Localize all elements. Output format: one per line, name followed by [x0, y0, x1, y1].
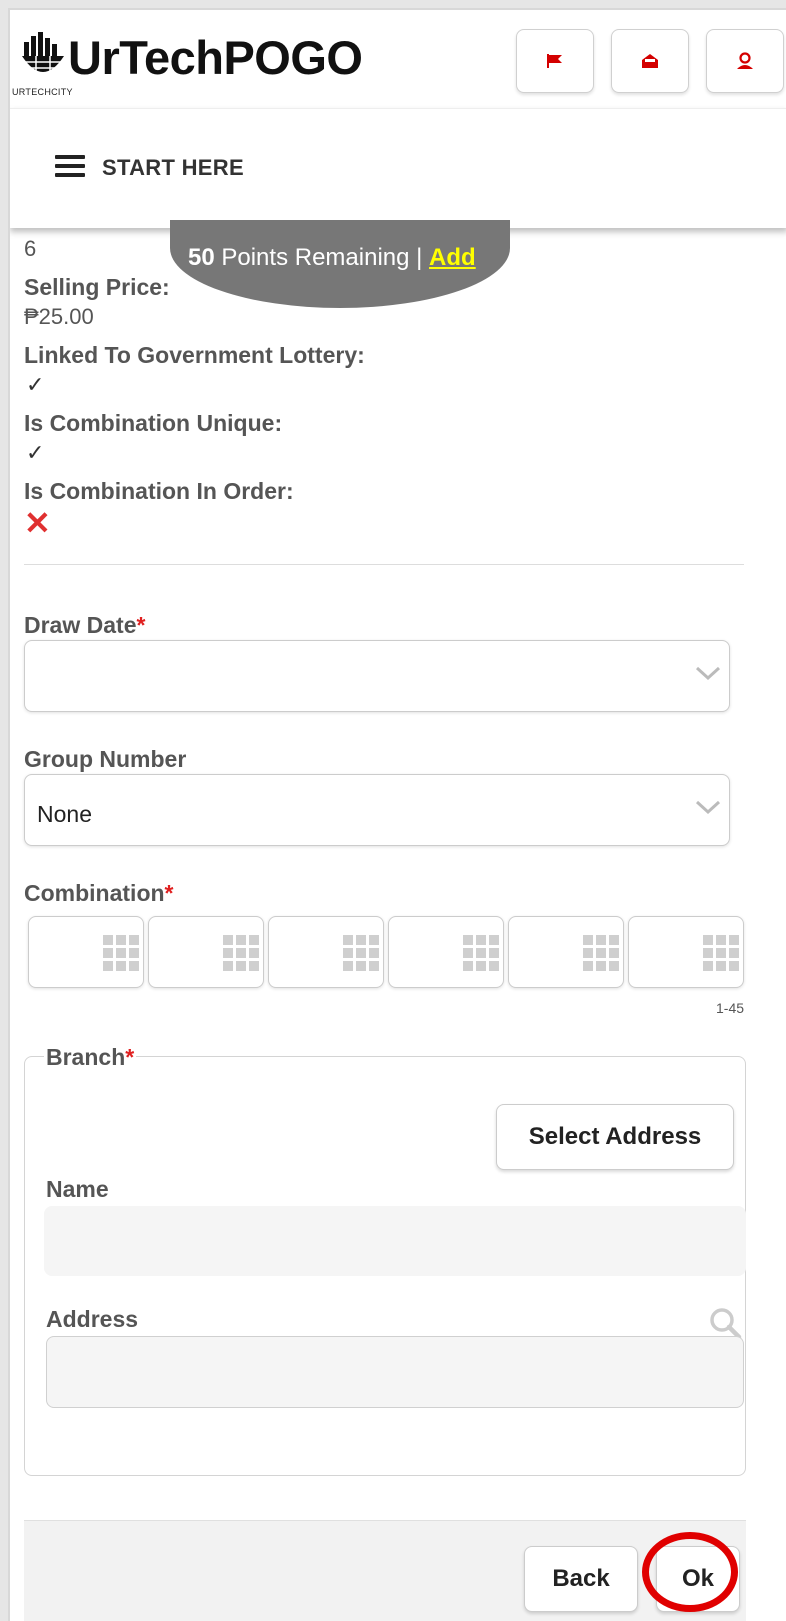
branch-name-field[interactable]: [44, 1206, 746, 1276]
selling-price-value: ₱25.00: [24, 304, 94, 329]
number-picker-icon: [223, 935, 259, 971]
linked-lottery-label: Linked To Government Lottery:: [24, 342, 365, 368]
combination-unique-label: Is Combination Unique:: [24, 410, 283, 436]
points-text: Points Remaining |: [214, 244, 430, 271]
draw-date-label: Draw Date*: [24, 612, 146, 638]
highlight-circle: [642, 1532, 738, 1612]
select-address-button[interactable]: Select Address: [496, 1104, 734, 1170]
combination-input-6[interactable]: [628, 916, 744, 988]
user-button[interactable]: [706, 29, 784, 93]
partial-value: 6: [24, 236, 37, 261]
nav-bar: START HERE: [10, 108, 786, 228]
linked-lottery-check-icon: ✓: [26, 372, 45, 397]
add-points-link[interactable]: Add: [429, 244, 476, 271]
back-button[interactable]: Back: [524, 1546, 638, 1612]
chevron-down-icon: [695, 666, 721, 681]
combination-label: Combination*: [24, 880, 174, 906]
search-icon[interactable]: [708, 1306, 742, 1340]
number-picker-icon: [583, 935, 619, 971]
inbox-icon: [642, 54, 658, 68]
flag-icon: [547, 54, 562, 68]
combination-input-5[interactable]: [508, 916, 624, 988]
combination-range: 1-45: [716, 1000, 745, 1016]
number-picker-icon: [103, 935, 139, 971]
number-picker-icon: [703, 935, 739, 971]
combination-in-order-x-icon: ✕: [24, 505, 51, 541]
start-here-menu[interactable]: START HERE: [102, 155, 244, 181]
number-picker-icon: [463, 935, 499, 971]
app-title: UrTechPOGO: [68, 30, 363, 84]
logo-icon: [22, 32, 64, 76]
combination-input-1[interactable]: [28, 916, 144, 988]
combination-input-2[interactable]: [148, 916, 264, 988]
combination-unique-check-icon: ✓: [26, 440, 45, 465]
branch-name-label: Name: [46, 1176, 109, 1202]
points-count: 50: [188, 244, 215, 271]
flag-button[interactable]: [516, 29, 594, 93]
branch-address-label: Address: [46, 1306, 139, 1332]
number-picker-icon: [343, 935, 379, 971]
combination-in-order-label: Is Combination In Order:: [24, 478, 294, 504]
app-frame: UrTechPOGO URTECHCITY START HERE 50 Poin…: [8, 8, 786, 1621]
logo[interactable]: UrTechPOGO: [20, 30, 363, 84]
group-number-value: None: [37, 801, 92, 827]
branch-address-field[interactable]: [46, 1336, 744, 1408]
selling-price-label: Selling Price:: [24, 274, 170, 300]
inbox-button[interactable]: [611, 29, 689, 93]
combination-input-3[interactable]: [268, 916, 384, 988]
logo-subtitle: URTECHCITY: [12, 87, 73, 97]
chevron-down-icon: [695, 800, 721, 815]
divider: [24, 564, 744, 565]
group-number-select[interactable]: None: [24, 774, 730, 846]
group-number-label: Group Number: [24, 746, 187, 772]
branch-legend: Branch*: [44, 1044, 137, 1071]
user-icon: [737, 52, 753, 69]
header: UrTechPOGO URTECHCITY: [10, 10, 786, 106]
menu-icon[interactable]: [55, 155, 85, 177]
draw-date-select[interactable]: [24, 640, 730, 712]
points-banner: 50 Points Remaining | Add: [170, 220, 510, 308]
combination-input-4[interactable]: [388, 916, 504, 988]
